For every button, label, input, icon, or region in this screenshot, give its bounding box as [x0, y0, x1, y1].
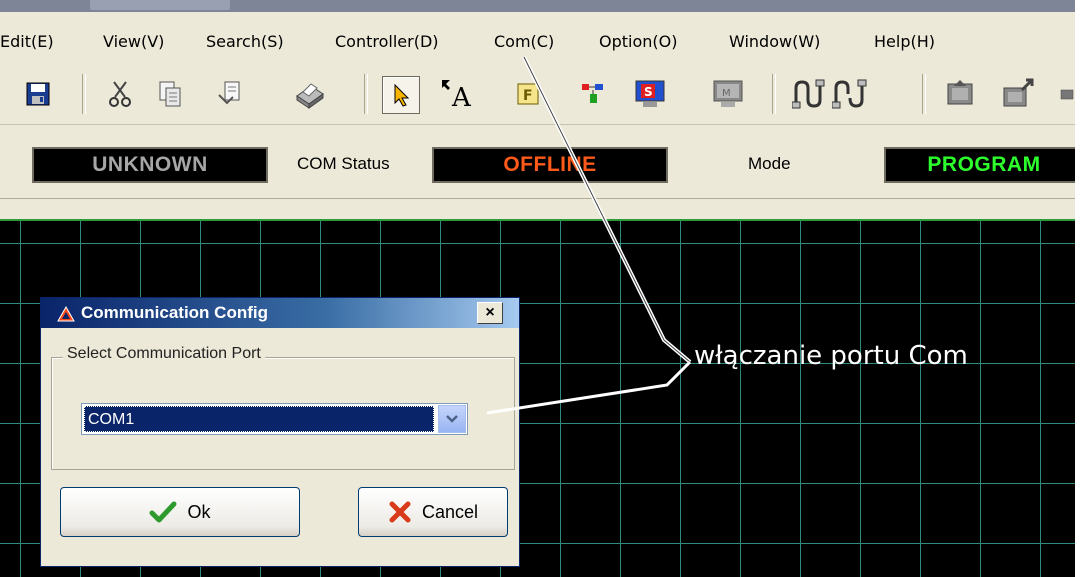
- copy-icon[interactable]: [152, 76, 188, 112]
- close-button[interactable]: ×: [477, 302, 503, 324]
- checkmark-icon: [149, 501, 177, 523]
- cancel-label: Cancel: [421, 501, 479, 522]
- menu-search[interactable]: Search(S): [206, 32, 284, 51]
- ladder-icon[interactable]: [575, 76, 611, 112]
- menu-view[interactable]: View(V): [103, 32, 164, 51]
- menu-help[interactable]: Help(H): [874, 32, 935, 51]
- svg-text:M: M: [722, 88, 731, 99]
- simulation-icon[interactable]: S: [632, 76, 668, 112]
- menu-bar: Edit(E) View(V) Search(S) Controller(D) …: [0, 12, 1075, 64]
- toolbar: A F S M: [0, 64, 1075, 125]
- svg-text:S: S: [644, 85, 653, 99]
- ok-button[interactable]: Ok: [60, 487, 300, 537]
- menu-edit[interactable]: Edit(E): [0, 32, 54, 51]
- select-pointer-icon[interactable]: [382, 76, 420, 114]
- print-icon[interactable]: [292, 76, 328, 112]
- cross-icon: [389, 501, 411, 523]
- toolbar-separator: [82, 74, 86, 114]
- toolbar-separator: [772, 74, 776, 114]
- title-bar-tab: [90, 0, 230, 10]
- upload-icon[interactable]: [943, 76, 979, 112]
- title-bar: [0, 0, 1075, 12]
- communication-config-dialog: Communication Config × Select Communicat…: [40, 297, 520, 567]
- toolbar-separator: [922, 74, 926, 114]
- annotation-text: włączanie portu Com: [694, 341, 968, 371]
- mode-label: Mode: [748, 154, 791, 173]
- chevron-down-icon: [446, 415, 458, 423]
- save-icon[interactable]: [20, 76, 56, 112]
- menu-controller[interactable]: Controller(D): [335, 32, 439, 51]
- com-status-value: OFFLINE: [503, 153, 597, 176]
- disconnect-icon[interactable]: [832, 76, 868, 112]
- com-status-label: COM Status: [297, 154, 390, 173]
- download-icon[interactable]: [1000, 76, 1036, 112]
- app-logo-icon: [57, 305, 75, 327]
- dropdown-button[interactable]: [438, 405, 466, 433]
- menu-com[interactable]: Com(C): [494, 32, 554, 51]
- port-group-label: Select Communication Port: [63, 345, 265, 363]
- mode-value: PROGRAM: [927, 153, 1041, 176]
- monitor-icon[interactable]: M: [710, 76, 746, 112]
- mode-display: PROGRAM: [884, 147, 1075, 183]
- dialog-title: Communication Config: [81, 303, 268, 322]
- ok-label: Ok: [187, 501, 211, 522]
- cut-icon[interactable]: [102, 76, 138, 112]
- menu-window[interactable]: Window(W): [729, 32, 820, 51]
- menu-option[interactable]: Option(O): [599, 32, 677, 51]
- svg-text:F: F: [523, 88, 533, 104]
- plc-status-value: UNKNOWN: [92, 153, 208, 176]
- plc-status-display: UNKNOWN: [32, 147, 268, 183]
- com-status-display: OFFLINE: [432, 147, 668, 183]
- status-bar: UNKNOWN COM Status OFFLINE Mode PROGRAM: [0, 125, 1075, 198]
- dialog-title-bar[interactable]: Communication Config ×: [41, 298, 519, 328]
- svg-text:A: A: [451, 83, 472, 110]
- port-select[interactable]: COM1: [81, 403, 468, 435]
- close-icon: ×: [485, 304, 495, 321]
- connect-icon[interactable]: [792, 76, 828, 112]
- window-right-edge: [1075, 0, 1087, 577]
- port-select-value: COM1: [84, 406, 434, 432]
- frame-icon[interactable]: F: [510, 76, 546, 112]
- next-tool-icon[interactable]: [1060, 76, 1075, 112]
- toolbar-separator: [364, 74, 368, 114]
- paste-icon[interactable]: [212, 76, 248, 112]
- plc-editor-window: Edit(E) View(V) Search(S) Controller(D) …: [0, 0, 1075, 577]
- cancel-button[interactable]: Cancel: [358, 487, 508, 537]
- text-tool-icon[interactable]: A: [440, 76, 476, 112]
